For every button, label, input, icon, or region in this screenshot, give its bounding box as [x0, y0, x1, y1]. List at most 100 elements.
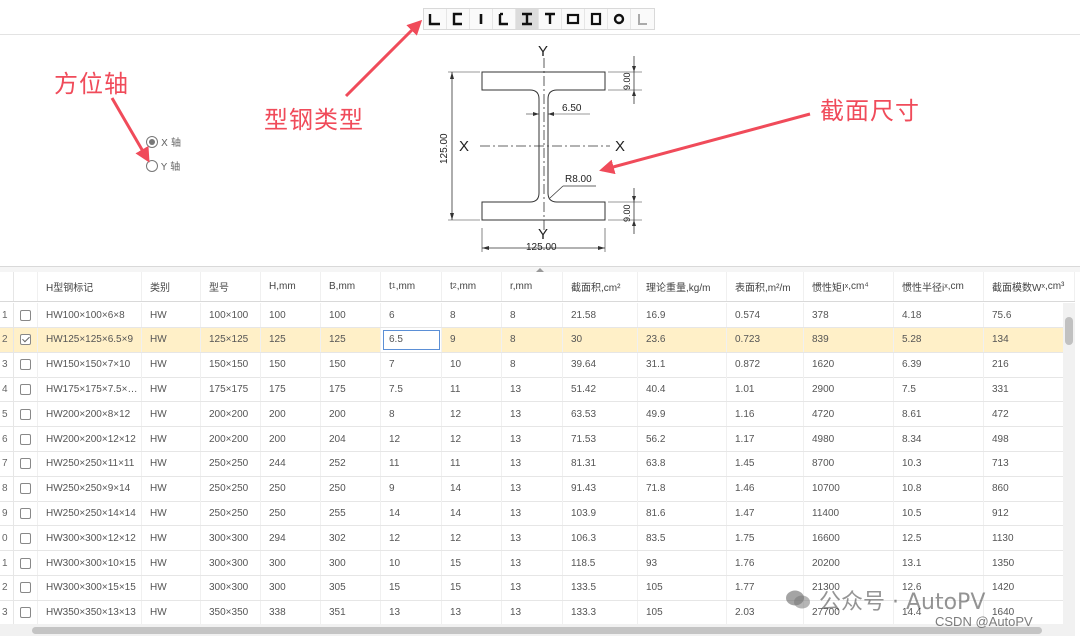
cell-t1[interactable]: 10: [381, 551, 442, 575]
cell-category[interactable]: HW: [142, 377, 201, 402]
cell-t1[interactable]: 6: [381, 303, 442, 327]
cell-weight[interactable]: 31.1: [638, 352, 727, 377]
cell-area[interactable]: 81.31: [563, 451, 638, 476]
flat-bar-button[interactable]: [470, 9, 493, 29]
cell-t2[interactable]: 15: [442, 551, 502, 575]
cell-category[interactable]: HW: [142, 526, 201, 551]
lipped-channel-button[interactable]: [493, 9, 516, 29]
table-row[interactable]: 1 HW300×300×10×15 HW 300×300 300 300 10 15 13 118…: [0, 551, 1075, 576]
header-surface[interactable]: 表面积,m²/m: [727, 272, 804, 301]
header-weight[interactable]: 理论重量,kg/m: [638, 272, 727, 301]
cell-surface[interactable]: 1.75: [727, 526, 804, 551]
row-checkbox[interactable]: [20, 408, 31, 420]
row-checkbox[interactable]: [20, 334, 31, 346]
header-b[interactable]: B,mm: [321, 272, 381, 301]
cell-t2[interactable]: 12: [442, 526, 502, 551]
x-axis-radio[interactable]: X 轴: [146, 134, 181, 149]
cell-h[interactable]: 100: [261, 303, 321, 327]
cell-h[interactable]: 300: [261, 551, 321, 575]
cell-category[interactable]: HW: [142, 600, 201, 624]
cell-b[interactable]: 204: [321, 427, 381, 451]
cell-surface[interactable]: 0.872: [727, 352, 804, 377]
cell-h[interactable]: 338: [261, 600, 321, 624]
header-t1[interactable]: t 1 ,mm: [381, 272, 442, 301]
cell-weight[interactable]: 56.2: [638, 427, 727, 451]
cell-t1[interactable]: 15: [381, 575, 442, 600]
header-ix-radius[interactable]: 惯性半径i x ,cm: [894, 272, 984, 301]
cell-h[interactable]: 175: [261, 377, 321, 402]
table-row[interactable]: 2 HW125×125×6.5×9 HW 125×125 125 125 6.5 9 8 30 23…: [0, 327, 1075, 353]
cell-b[interactable]: 100: [321, 303, 381, 327]
row-checkbox[interactable]: [20, 359, 31, 371]
header-mark[interactable]: H型钢标记: [38, 272, 142, 301]
cell-mark[interactable]: HW250×250×11×11: [38, 451, 142, 476]
cell-weight[interactable]: 81.6: [638, 501, 727, 526]
row-checkbox[interactable]: [20, 557, 31, 569]
cell-ix-moment[interactable]: 11400: [804, 501, 894, 526]
cell-model[interactable]: 300×300: [201, 526, 261, 551]
cell-t2[interactable]: 8: [442, 303, 502, 327]
y-axis-radio[interactable]: Y 轴: [146, 158, 180, 173]
cell-area[interactable]: 51.42: [563, 377, 638, 402]
cell-h[interactable]: 294: [261, 526, 321, 551]
round-tube-button[interactable]: [608, 9, 631, 29]
cell-model[interactable]: 200×200: [201, 402, 261, 427]
cell-area[interactable]: 63.53: [563, 402, 638, 427]
cell-mark[interactable]: HW150×150×7×10: [38, 352, 142, 377]
cell-surface[interactable]: 1.01: [727, 377, 804, 402]
cell-area[interactable]: 30: [563, 327, 638, 352]
cell-ix-moment[interactable]: 10700: [804, 476, 894, 501]
cell-t1[interactable]: 8: [381, 402, 442, 427]
channel-section-button[interactable]: [447, 9, 470, 29]
cell-t1[interactable]: 6.5: [381, 327, 442, 352]
cell-area[interactable]: 118.5: [563, 551, 638, 575]
cell-h[interactable]: 125: [261, 327, 321, 352]
cell-area[interactable]: 133.3: [563, 600, 638, 624]
table-row[interactable]: 6 HW200×200×12×12 HW 200×200 200 204 12 12 13 71.…: [0, 427, 1075, 452]
table-row[interactable]: 8 HW250×250×9×14 HW 250×250 250 250 9 14 13 91.43…: [0, 476, 1075, 502]
row-checkbox[interactable]: [20, 309, 31, 321]
table-row[interactable]: 0 HW300×300×12×12 HW 300×300 294 302 12 12 13 106…: [0, 526, 1075, 552]
cell-ix-radius[interactable]: 8.61: [894, 402, 984, 427]
cell-model[interactable]: 200×200: [201, 427, 261, 451]
cell-r[interactable]: 13: [502, 402, 563, 427]
cell-t2[interactable]: 11: [442, 377, 502, 402]
table-row[interactable]: 1 HW100×100×6×8 HW 100×100 100 100 6 8 8 21.58 16.…: [0, 303, 1075, 328]
cell-ix-moment[interactable]: 16600: [804, 526, 894, 551]
cell-weight[interactable]: 49.9: [638, 402, 727, 427]
cell-b[interactable]: 305: [321, 575, 381, 600]
cell-wx[interactable]: 134: [984, 327, 1075, 352]
cell-t2[interactable]: 10: [442, 352, 502, 377]
cell-r[interactable]: 8: [502, 303, 563, 327]
cell-category[interactable]: HW: [142, 352, 201, 377]
header-model[interactable]: 型号: [201, 272, 261, 301]
cell-t2[interactable]: 11: [442, 451, 502, 476]
cell-t2[interactable]: 12: [442, 427, 502, 451]
cell-wx[interactable]: 1350: [984, 551, 1075, 575]
cell-wx[interactable]: 1420: [984, 575, 1075, 600]
cell-h[interactable]: 150: [261, 352, 321, 377]
cell-area[interactable]: 39.64: [563, 352, 638, 377]
cell-h[interactable]: 250: [261, 476, 321, 501]
cell-wx[interactable]: 498: [984, 427, 1075, 451]
cell-weight[interactable]: 40.4: [638, 377, 727, 402]
cell-ix-moment[interactable]: 1620: [804, 352, 894, 377]
cell-wx[interactable]: 713: [984, 451, 1075, 476]
cell-wx[interactable]: 472: [984, 402, 1075, 427]
cell-t1[interactable]: 13: [381, 600, 442, 624]
table-row[interactable]: 3 HW150×150×7×10 HW 150×150 150 150 7 10 8 39.64 3…: [0, 352, 1075, 378]
cell-b[interactable]: 351: [321, 600, 381, 624]
cell-model[interactable]: 300×300: [201, 575, 261, 600]
cell-wx[interactable]: 75.6: [984, 303, 1075, 327]
cell-t2[interactable]: 9: [442, 327, 502, 352]
cell-wx[interactable]: 1130: [984, 526, 1075, 551]
cell-weight[interactable]: 105: [638, 575, 727, 600]
row-checkbox[interactable]: [20, 383, 31, 395]
header-t2[interactable]: t 2 ,mm: [442, 272, 502, 301]
cell-area[interactable]: 91.43: [563, 476, 638, 501]
cell-weight[interactable]: 71.8: [638, 476, 727, 501]
row-checkbox[interactable]: [20, 582, 31, 594]
cell-surface[interactable]: 1.46: [727, 476, 804, 501]
row-checkbox[interactable]: [20, 483, 31, 495]
cell-model[interactable]: 300×300: [201, 551, 261, 575]
